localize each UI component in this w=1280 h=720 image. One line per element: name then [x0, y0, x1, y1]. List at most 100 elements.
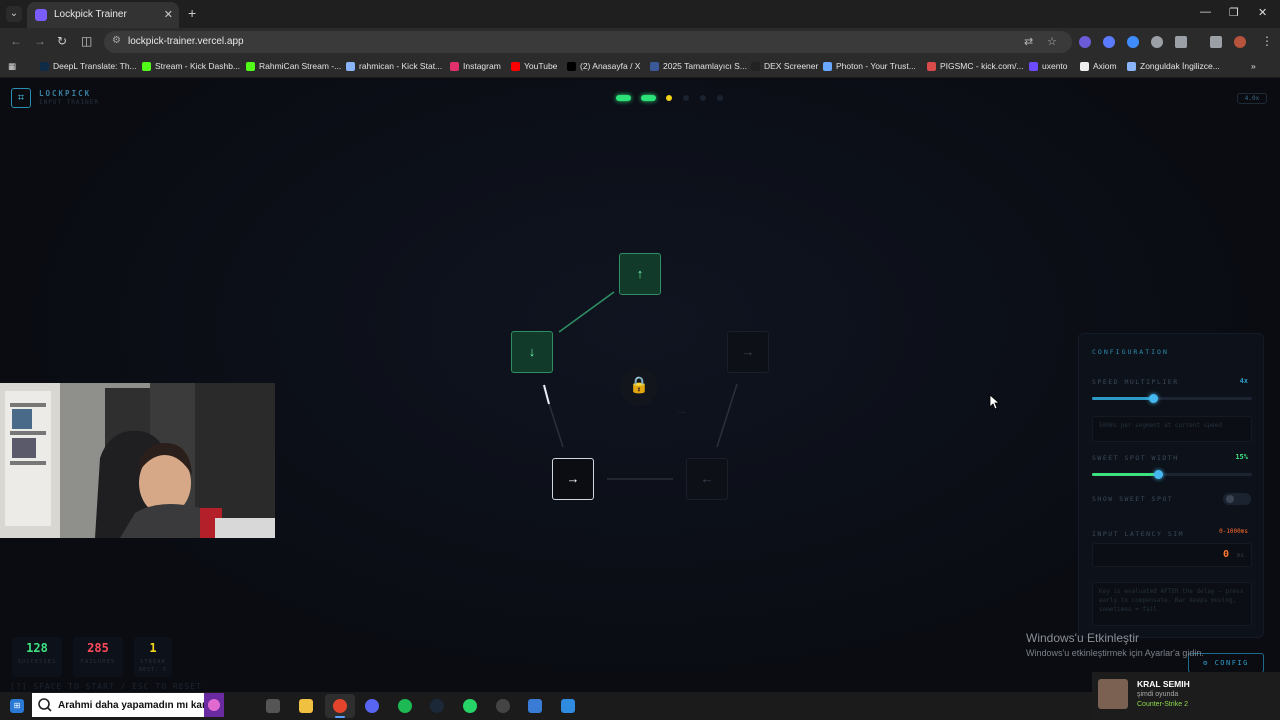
active-indicator: [335, 716, 345, 718]
hint-arrow-icon: →: [676, 405, 687, 417]
discord-icon[interactable]: [365, 699, 379, 713]
node-arrow: →: [566, 471, 580, 486]
bookmark-item[interactable]: RahmiCan Stream -...: [246, 61, 341, 71]
browser-menu-icon[interactable]: ⋮: [1261, 34, 1273, 48]
bookmark-label: Stream - Kick Dashb...: [155, 61, 241, 71]
minimize-icon[interactable]: —: [1200, 6, 1211, 18]
bookmark-label: uxento: [1042, 61, 1068, 71]
mouse-cursor-icon: [989, 394, 1001, 410]
bookmark-item[interactable]: (2) Anasayfa / X: [567, 61, 640, 71]
whatsapp-icon[interactable]: [463, 699, 477, 713]
pigsmc-icon: [927, 61, 936, 71]
node-arrow: ←: [700, 471, 714, 486]
speed-slider-knob[interactable]: [1148, 394, 1158, 403]
bookmark-label: Zonguldak İngilizce...: [1140, 61, 1220, 71]
extension-shield-icon[interactable]: [1151, 36, 1163, 48]
friend-game: Counter-Strike 2: [1137, 701, 1188, 708]
show-sweet-spot-toggle[interactable]: [1223, 493, 1251, 505]
instagram-icon: [450, 61, 459, 71]
bookmark-item[interactable]: uxento: [1029, 61, 1068, 71]
stat-successes: 128 SUCCESSES: [12, 637, 62, 677]
bookmark-item[interactable]: Instagram: [450, 61, 501, 71]
window-close-icon[interactable]: ✕: [1258, 6, 1267, 19]
apps-grid-icon[interactable]: ▦: [8, 61, 16, 72]
bookmarks-bar: ▦ DeepL Translate: Th... Stream - Kick Da…: [0, 56, 1280, 78]
address-bar[interactable]: ⚙ lockpick-trainer.vercel.app ⇄ ☆: [104, 31, 1072, 53]
extensions-puzzle-icon[interactable]: [1175, 36, 1187, 48]
bookmark-item[interactable]: YouTube: [511, 61, 557, 71]
bookmark-item[interactable]: Photon - Your Trust...: [823, 61, 916, 71]
browser-tabstrip: ⌄ Lockpick Trainer ✕ + — ❐ ✕: [0, 0, 1280, 28]
latency-note: Key is evaluated AFTER the delay — press…: [1092, 582, 1252, 626]
bookmark-item[interactable]: PIGSMC - kick.com/...: [927, 61, 1024, 71]
bookmark-label: YouTube: [524, 61, 558, 71]
webcam-overlay: [0, 383, 275, 538]
latency-input[interactable]: 0 ms: [1092, 543, 1252, 567]
more-bookmarks-chevron-icon[interactable]: »: [1251, 61, 1256, 71]
sweet-spot-width-value: 15%: [1235, 453, 1248, 461]
input-latency-label: INPUT LATENCY SIM: [1092, 530, 1185, 538]
node-arrow: →: [741, 344, 755, 359]
sweet-slider-knob[interactable]: [1153, 470, 1163, 479]
tab-close-icon[interactable]: ✕: [164, 8, 173, 21]
windows-activation-subtitle: Windows'u etkinleştirmek için Ayarlar'a …: [1026, 648, 1204, 658]
kick-icon: [142, 61, 151, 71]
lock-icon: 🔒: [620, 368, 658, 406]
bookmark-label: Axiom: [1093, 61, 1117, 71]
ticker-image: [204, 693, 224, 717]
tab-lockpick-trainer[interactable]: Lockpick Trainer ✕: [27, 2, 179, 28]
stream-chat-ticker: Arahmi daha yapamadın mı kanks: [32, 693, 224, 717]
bookmark-item[interactable]: DEX Screener: [751, 61, 818, 71]
site-info-icon[interactable]: ⚙: [112, 35, 121, 46]
speed-multiplier-slider[interactable]: [1092, 394, 1252, 403]
split-view-icon[interactable]: ◫: [81, 34, 92, 48]
lockpick-favicon-icon: [35, 9, 47, 21]
friend-avatar: [1098, 679, 1128, 709]
zonguldak-icon: [1127, 61, 1136, 71]
sequence-node-left: ←: [686, 458, 728, 500]
windows-start-icon[interactable]: ⊞: [10, 699, 24, 713]
app-paint-icon[interactable]: [561, 699, 575, 713]
bookmark-star-icon[interactable]: ☆: [1047, 35, 1057, 48]
back-arrow-icon[interactable]: ←: [10, 34, 22, 48]
taskview-icon[interactable]: [266, 699, 280, 713]
reload-icon[interactable]: ↻: [57, 34, 67, 48]
url-text: lockpick-trainer.vercel.app: [128, 36, 244, 47]
youtube-icon: [511, 61, 520, 71]
reading-list-icon[interactable]: [1210, 36, 1222, 48]
sweet-spot-width-slider[interactable]: [1092, 470, 1252, 479]
steam-icon[interactable]: [430, 699, 444, 713]
stat-best: BEST: 5: [138, 667, 168, 673]
sequence-node-right: →: [727, 331, 769, 373]
speed-multiplier-value: 4x: [1239, 377, 1248, 385]
profile-avatar-icon[interactable]: [1234, 36, 1246, 48]
chrome-icon[interactable]: [333, 699, 347, 713]
translate-icon[interactable]: ⇄: [1024, 35, 1033, 48]
app-settings-icon[interactable]: [528, 699, 542, 713]
show-sweet-spot-label: SHOW SWEET SPOT: [1092, 495, 1174, 503]
tab-search-chevron-icon[interactable]: ⌄: [6, 6, 22, 22]
spotify-icon[interactable]: [398, 699, 412, 713]
bookmark-item[interactable]: rahmican - Kick Stat...: [346, 61, 442, 71]
bookmark-label: 2025 Tamamlayıcı S...: [663, 61, 747, 71]
bookmark-item[interactable]: 2025 Tamamlayıcı S...: [650, 61, 747, 71]
restore-icon[interactable]: ❐: [1229, 6, 1239, 19]
obs-icon[interactable]: [496, 699, 510, 713]
bookmark-item[interactable]: Zonguldak İngilizce...: [1127, 61, 1220, 71]
stat-label: FAILURES: [80, 659, 116, 665]
file-explorer-icon[interactable]: [299, 699, 313, 713]
forward-arrow-icon[interactable]: →: [34, 34, 46, 48]
bookmark-item[interactable]: Axiom: [1080, 61, 1117, 71]
new-tab-plus-icon[interactable]: +: [188, 5, 196, 21]
bookmark-item[interactable]: Stream - Kick Dashb...: [142, 61, 240, 71]
tab-title: Lockpick Trainer: [54, 9, 127, 20]
extension-ghost-icon[interactable]: [1079, 36, 1091, 48]
extension-wave-icon[interactable]: [1127, 36, 1139, 48]
bookmark-item[interactable]: DeepL Translate: Th...: [40, 61, 137, 71]
dexscreener-icon: [751, 61, 760, 71]
friend-name: KRAL SEMIH: [1137, 679, 1190, 689]
bookmark-label: RahmiCan Stream -...: [259, 61, 342, 71]
stat-label: SUCCESSES: [17, 659, 57, 665]
steam-friend-toast[interactable]: KRAL SEMIH şimdi oyunda Counter-Strike 2: [1092, 672, 1280, 720]
extension-triangle-icon[interactable]: [1103, 36, 1115, 48]
